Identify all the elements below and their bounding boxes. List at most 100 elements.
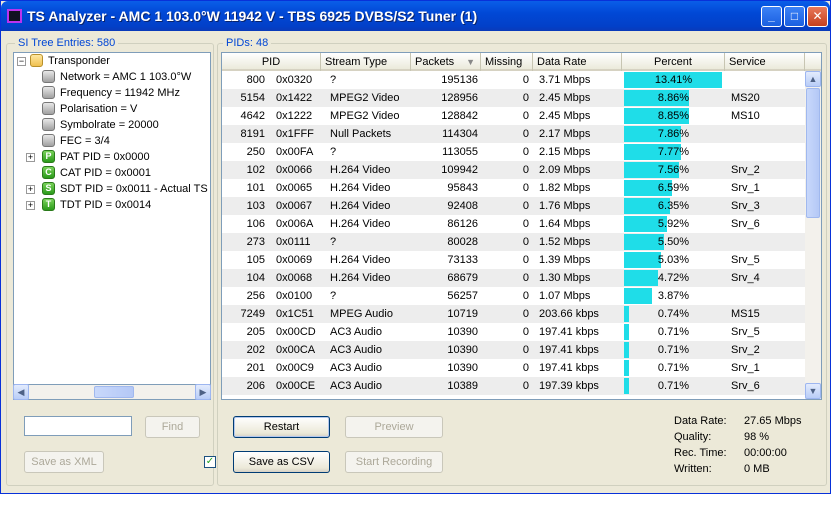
- expand-icon[interactable]: +: [26, 201, 35, 210]
- cell-packets: 10389: [447, 380, 478, 392]
- collapse-icon[interactable]: −: [17, 57, 26, 66]
- table-row[interactable]: 105 0x0069 H.264 Video 73133 0 1.39 Mbps 5.03%…: [222, 251, 805, 269]
- col-stream-type[interactable]: Stream Type: [321, 53, 411, 71]
- tree-item[interactable]: + T TDT PID = 0x0014: [14, 197, 210, 213]
- table-row[interactable]: 103 0x0067 H.264 Video 92408 0 1.76 Mbps 6.35%…: [222, 197, 805, 215]
- table-vertical-scrollbar[interactable]: ▲ ▼: [805, 71, 821, 399]
- pid-table: PID Stream Type Packets ▼ Missing Data Ra…: [221, 52, 822, 400]
- tree-item[interactable]: Polarisation = V: [14, 101, 210, 117]
- table-row[interactable]: 800 0x0320? 195136 0 3.71 Mbps 13.41%: [222, 71, 805, 89]
- col-percent[interactable]: Percent: [622, 53, 725, 71]
- cell-pid: 4642: [240, 110, 265, 122]
- cell-service: Srv_3: [731, 200, 760, 212]
- cell-pid-hex: 0x0068: [276, 272, 313, 284]
- cell-pid: 7249: [240, 308, 265, 320]
- preview-button[interactable]: Preview: [345, 416, 443, 438]
- stat-label: Written:: [674, 463, 712, 475]
- title-bar[interactable]: TS Analyzer - AMC 1 103.0°W 11942 V - TB…: [1, 1, 830, 31]
- save-csv-button[interactable]: Save as CSV: [233, 451, 330, 473]
- table-node-icon: C: [42, 166, 55, 179]
- table-row[interactable]: 250 0x00FA? 113055 0 2.15 Mbps 7.77%: [222, 143, 805, 161]
- cell-data-rate: 1.76 Mbps: [539, 200, 591, 212]
- col-missing[interactable]: Missing: [481, 53, 533, 71]
- tree-item[interactable]: Symbolrate = 20000: [14, 117, 210, 133]
- close-button[interactable]: ✕: [807, 6, 828, 27]
- cell-data-rate: 1.52 Mbps: [539, 236, 591, 248]
- table-row[interactable]: 4642 0x1222 MPEG2 Video 128842 0 2.45 Mbps 8.8…: [222, 107, 805, 125]
- tree-item[interactable]: + S SDT PID = 0x0011 - Actual TS: [14, 181, 210, 197]
- maximize-button[interactable]: □: [784, 6, 805, 27]
- cell-missing: 0: [522, 74, 529, 86]
- checkbox[interactable]: ✓: [204, 456, 216, 468]
- cell-packets: 128842: [441, 110, 478, 122]
- tree-horizontal-scrollbar[interactable]: ◀ ▶: [13, 384, 211, 400]
- cell-data-rate: 197.41 kbps: [539, 344, 599, 356]
- cell-service: Srv_5: [731, 326, 760, 338]
- cell-pid-hex: 0x00FA: [276, 146, 314, 158]
- table-row[interactable]: 201 0x00C9 AC3 Audio 10390 0 197.41 kbps 0.71%…: [222, 359, 805, 377]
- cell-stream-type: H.264 Video: [330, 272, 391, 284]
- table-row[interactable]: 102 0x0066 H.264 Video 109942 0 2.09 Mbps 7.56…: [222, 161, 805, 179]
- table-row[interactable]: 7249 0x1C51 MPEG Audio 10719 0 203.66 kbps 0.7…: [222, 305, 805, 323]
- cell-missing: 0: [522, 254, 529, 266]
- si-tree[interactable]: − Transponder Network = AMC 1 103.0°W Frequ…: [13, 52, 211, 400]
- table-row[interactable]: 104 0x0068 H.264 Video 68679 0 1.30 Mbps 4.72%…: [222, 269, 805, 287]
- cell-packets: 95843: [447, 182, 478, 194]
- save-xml-button[interactable]: Save as XML: [24, 451, 104, 473]
- cell-service: [731, 143, 801, 161]
- tree-item[interactable]: Frequency = 11942 MHz: [14, 85, 210, 101]
- table-row[interactable]: 106 0x006A H.264 Video 86126 0 1.64 Mbps 5.92%…: [222, 215, 805, 233]
- restart-button[interactable]: Restart: [233, 416, 330, 438]
- cell-stream-type: MPEG Audio: [330, 308, 393, 320]
- table-row[interactable]: 273 0x0111? 80028 0 1.52 Mbps 5.50%: [222, 233, 805, 251]
- find-button[interactable]: Find: [145, 416, 200, 438]
- tree-item[interactable]: C CAT PID = 0x0001: [14, 165, 210, 181]
- scroll-up-icon[interactable]: ▲: [805, 71, 821, 87]
- table-row[interactable]: 5154 0x1422 MPEG2 Video 128956 0 2.45 Mbps 8.8…: [222, 89, 805, 107]
- scroll-thumb[interactable]: [94, 386, 134, 398]
- cell-missing: 0: [522, 380, 529, 392]
- table-row[interactable]: 256 0x0100? 56257 0 1.07 Mbps 3.87%: [222, 287, 805, 305]
- scroll-left-icon[interactable]: ◀: [13, 384, 29, 400]
- table-row[interactable]: 101 0x0065 H.264 Video 95843 0 1.82 Mbps 6.59%…: [222, 179, 805, 197]
- table-row[interactable]: 8191 0x1FFF Null Packets 114304 0 2.17 Mbps 7.…: [222, 125, 805, 143]
- col-packets[interactable]: Packets ▼: [411, 53, 481, 71]
- cell-missing: 0: [522, 92, 529, 104]
- scroll-down-icon[interactable]: ▼: [805, 383, 821, 399]
- search-input[interactable]: [24, 416, 132, 436]
- cell-data-rate: 1.07 Mbps: [539, 290, 591, 302]
- tree-item[interactable]: FEC = 3/4: [14, 133, 210, 149]
- col-data-rate[interactable]: Data Rate: [533, 53, 622, 71]
- cell-pid-hex: 0x006A: [276, 218, 314, 230]
- table-scroll-thumb[interactable]: [806, 88, 820, 218]
- cell-pid: 101: [246, 182, 265, 194]
- table-row[interactable]: 205 0x00CD AC3 Audio 10390 0 197.41 kbps 0.71%…: [222, 323, 805, 341]
- cell-stream-type: AC3 Audio: [330, 326, 382, 338]
- cell-pid-hex: 0x00CA: [276, 344, 316, 356]
- col-pid[interactable]: PID: [222, 53, 321, 71]
- cell-percent: 13.41%: [654, 74, 693, 86]
- cell-data-rate: 2.15 Mbps: [539, 146, 591, 158]
- start-recording-button[interactable]: Start Recording: [345, 451, 443, 473]
- cell-service: Srv_2: [731, 164, 760, 176]
- table-row[interactable]: 202 0x00CA AC3 Audio 10390 0 197.41 kbps 0.71%…: [222, 341, 805, 359]
- cell-percent: 0.74%: [657, 308, 690, 320]
- cell-service: Srv_1: [731, 362, 760, 374]
- scroll-right-icon[interactable]: ▶: [195, 384, 211, 400]
- tree-item[interactable]: − Transponder: [14, 53, 210, 69]
- cell-packets: 86126: [447, 218, 478, 230]
- cell-percent: 0.71%: [657, 344, 690, 356]
- cell-packets: 10390: [447, 326, 478, 338]
- col-service[interactable]: Service: [725, 53, 805, 71]
- expand-icon[interactable]: +: [26, 185, 35, 194]
- tree-item[interactable]: Network = AMC 1 103.0°W: [14, 69, 210, 85]
- tree-item[interactable]: + P PAT PID = 0x0000: [14, 149, 210, 165]
- expand-icon[interactable]: +: [26, 153, 35, 162]
- minimize-button[interactable]: _: [761, 6, 782, 27]
- cell-data-rate: 1.64 Mbps: [539, 218, 591, 230]
- cell-percent: 6.35%: [657, 200, 690, 212]
- table-row[interactable]: 206 0x00CE AC3 Audio 10389 0 197.39 kbps 0.71%…: [222, 377, 805, 395]
- cell-service: [731, 71, 801, 89]
- cell-data-rate: 197.41 kbps: [539, 362, 599, 374]
- tree-item-label: Frequency = 11942 MHz: [60, 87, 180, 99]
